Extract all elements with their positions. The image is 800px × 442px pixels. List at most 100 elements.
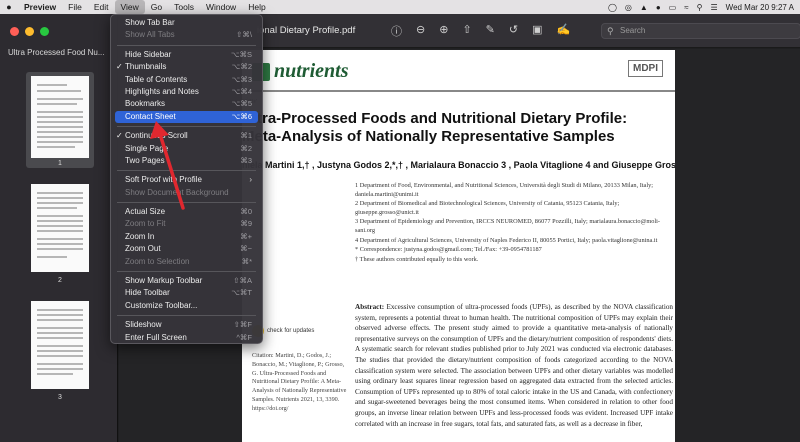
menu-item-highlights-and-notes[interactable]: Highlights and Notes ⌥⌘4 bbox=[115, 86, 258, 98]
close-button[interactable] bbox=[10, 27, 19, 36]
menu-separator bbox=[117, 315, 256, 317]
status-icon[interactable]: ◯ bbox=[608, 3, 617, 12]
menu-item-label: Single Page bbox=[125, 143, 169, 153]
paper-title: Ultra-Processed Foods and Nutritional Di… bbox=[242, 110, 662, 146]
status-icon[interactable]: ● bbox=[656, 3, 661, 12]
menu-preview[interactable]: Preview bbox=[18, 0, 62, 14]
menu-item-label: Show All Tabs bbox=[125, 30, 175, 40]
battery-icon[interactable]: ▭ bbox=[669, 3, 677, 12]
submenu-chevron-icon: › bbox=[249, 175, 252, 185]
menu-item-thumbnails[interactable]: ✓ Thumbnails ⌥⌘2 bbox=[115, 61, 258, 73]
status-icon[interactable]: ▲ bbox=[640, 3, 648, 12]
menu-bar: ● Preview File Edit View Go Tools Window… bbox=[0, 0, 800, 14]
minimize-button[interactable] bbox=[25, 27, 34, 36]
menu-separator bbox=[117, 202, 256, 204]
menu-item-zoom-to-selection: Zoom to Selection ⌘* bbox=[115, 256, 258, 268]
menu-item-label: Hide Toolbar bbox=[125, 288, 170, 298]
page-thumbnail-3[interactable] bbox=[31, 301, 89, 389]
menu-item-label: Enter Full Screen bbox=[125, 332, 187, 342]
rotate-icon[interactable]: ↺ bbox=[509, 23, 518, 39]
citation: Citation: Martini, D.; Godos, J.; Bonacc… bbox=[252, 352, 347, 412]
menu-item-enter-full-screen[interactable]: Enter Full Screen ^⌘F bbox=[115, 332, 258, 344]
zoom-out-icon[interactable]: ⊖ bbox=[416, 23, 425, 39]
status-icon[interactable]: ◎ bbox=[625, 3, 632, 12]
page-thumbnail-2[interactable] bbox=[31, 184, 89, 272]
zoom-button[interactable] bbox=[40, 27, 49, 36]
share-icon[interactable]: ⇧ bbox=[462, 23, 471, 39]
view-menu-dropdown: Show Tab Bar Show All Tabs ⇧⌘\ Hide Sidebar… bbox=[110, 14, 263, 344]
menu-edit[interactable]: Edit bbox=[88, 0, 115, 14]
sidebar-document-title: Ultra Processed Food Nu... bbox=[8, 48, 105, 57]
menu-file[interactable]: File bbox=[62, 0, 88, 14]
menu-item-customize-toolbar[interactable]: Customize Toolbar... bbox=[115, 300, 258, 312]
paper-authors: niela Martini 1,† , Justyna Godos 2,*,† … bbox=[242, 160, 675, 170]
info-icon[interactable]: ⓘ bbox=[391, 23, 402, 39]
menu-go[interactable]: Go bbox=[145, 0, 168, 14]
menu-tools[interactable]: Tools bbox=[168, 0, 200, 14]
menu-view[interactable]: View bbox=[114, 0, 145, 14]
menu-shortcut: ⌥⌘2 bbox=[231, 62, 252, 72]
menu-item-label: Continuous Scroll bbox=[125, 131, 188, 141]
apple-menu-icon[interactable]: ● bbox=[0, 2, 18, 12]
menu-item-soft-proof-with-profile[interactable]: Soft Proof with Profile › bbox=[115, 174, 258, 186]
menu-item-label: Show Tab Bar bbox=[125, 18, 175, 27]
menu-shortcut: ⌘0 bbox=[240, 207, 252, 217]
menu-item-table-of-contents[interactable]: Table of Contents ⌥⌘3 bbox=[115, 74, 258, 86]
menu-item-label: Zoom Out bbox=[125, 244, 161, 254]
menu-shortcut: ⌘9 bbox=[240, 219, 252, 229]
wifi-icon[interactable]: ≈ bbox=[684, 3, 688, 12]
menu-item-single-page[interactable]: Single Page ⌘2 bbox=[115, 143, 258, 155]
document-title: ional Dietary Profile.pdf bbox=[257, 25, 356, 36]
menu-shortcut: ⇧⌘A bbox=[233, 276, 252, 286]
menu-item-label: Table of Contents bbox=[125, 74, 188, 84]
menu-item-show-markup-toolbar[interactable]: Show Markup Toolbar ⇧⌘A bbox=[115, 275, 258, 287]
menu-item-hide-sidebar[interactable]: Hide Sidebar ⌥⌘S bbox=[115, 49, 258, 61]
menu-item-two-pages[interactable]: Two Pages ⌘3 bbox=[115, 155, 258, 167]
affiliations: 1 Department of Food, Environmental, and… bbox=[355, 182, 665, 265]
menu-shortcut: ⇧⌘F bbox=[233, 320, 252, 330]
search-icon[interactable]: ⚲ bbox=[697, 3, 703, 12]
sidebar: Ultra Processed Food Nu... 1 2 3 bbox=[0, 14, 118, 442]
menu-item-zoom-in[interactable]: Zoom In ⌘+ bbox=[115, 231, 258, 243]
menu-help[interactable]: Help bbox=[242, 0, 271, 14]
page-number: 1 bbox=[58, 160, 62, 167]
sign-icon[interactable]: ✍ bbox=[557, 23, 571, 39]
menu-item-label: Hide Sidebar bbox=[125, 49, 172, 59]
menu-item-label: Customize Toolbar... bbox=[125, 300, 198, 310]
menu-item-show-document-background: Show Document Background bbox=[115, 187, 258, 199]
menu-shortcut: ⌘− bbox=[240, 244, 252, 254]
checkmark-icon: ✓ bbox=[116, 62, 123, 72]
markup-icon[interactable]: ▣ bbox=[532, 23, 542, 39]
abstract-label: Abstract: bbox=[355, 303, 385, 311]
control-center-icon[interactable]: ☰ bbox=[710, 3, 717, 12]
menu-item-label: Zoom to Selection bbox=[125, 256, 190, 266]
menu-item-zoom-out[interactable]: Zoom Out ⌘− bbox=[115, 243, 258, 255]
menu-item-bookmarks[interactable]: Bookmarks ⌥⌘5 bbox=[115, 98, 258, 110]
menu-item-continuous-scroll[interactable]: ✓ Continuous Scroll ⌘1 bbox=[115, 130, 258, 142]
menu-window[interactable]: Window bbox=[200, 0, 242, 14]
menu-item-slideshow[interactable]: Slideshow ⇧⌘F bbox=[115, 319, 258, 331]
search-field[interactable]: ⚲ Search bbox=[601, 23, 800, 39]
affiliation: * Correspondence: justyna.godos@gmail.co… bbox=[355, 246, 542, 254]
highlight-icon[interactable]: ✎ bbox=[486, 23, 495, 39]
page-thumbnail-1[interactable] bbox=[31, 76, 89, 158]
menu-shortcut: ⌘* bbox=[241, 256, 252, 266]
menu-item-show-all-tabs: Show All Tabs ⇧⌘\ bbox=[115, 29, 258, 41]
menu-separator bbox=[117, 126, 256, 128]
menu-shortcut: ⌘3 bbox=[240, 155, 252, 165]
menu-shortcut: ⌥⌘5 bbox=[231, 99, 252, 109]
menu-item-contact-sheet[interactable]: Contact Sheet ⌥⌘6 bbox=[115, 110, 258, 124]
menu-item-label: Show Markup Toolbar bbox=[125, 276, 203, 286]
menu-shortcut: ⌥⌘3 bbox=[231, 74, 252, 84]
title-line: Ultra-Processed Foods and Nutritional Di… bbox=[242, 110, 628, 127]
zoom-in-icon[interactable]: ⊕ bbox=[439, 23, 448, 39]
menu-item-label: Slideshow bbox=[125, 320, 162, 330]
menu-item-actual-size[interactable]: Actual Size ⌘0 bbox=[115, 206, 258, 218]
abstract-text: Excessive consumption of ultra-processed… bbox=[355, 303, 674, 428]
menu-item-hide-toolbar[interactable]: Hide Toolbar ⌥⌘T bbox=[115, 287, 258, 299]
menu-item-show-tab-bar[interactable]: Show Tab Bar bbox=[115, 17, 258, 29]
menu-item-label: Two Pages bbox=[125, 155, 165, 165]
menu-shortcut: ^⌘F bbox=[236, 332, 252, 342]
title-line: Meta-Analysis of Nationally Representati… bbox=[242, 128, 615, 145]
clock[interactable]: Wed Mar 20 9:27 A bbox=[726, 3, 794, 12]
